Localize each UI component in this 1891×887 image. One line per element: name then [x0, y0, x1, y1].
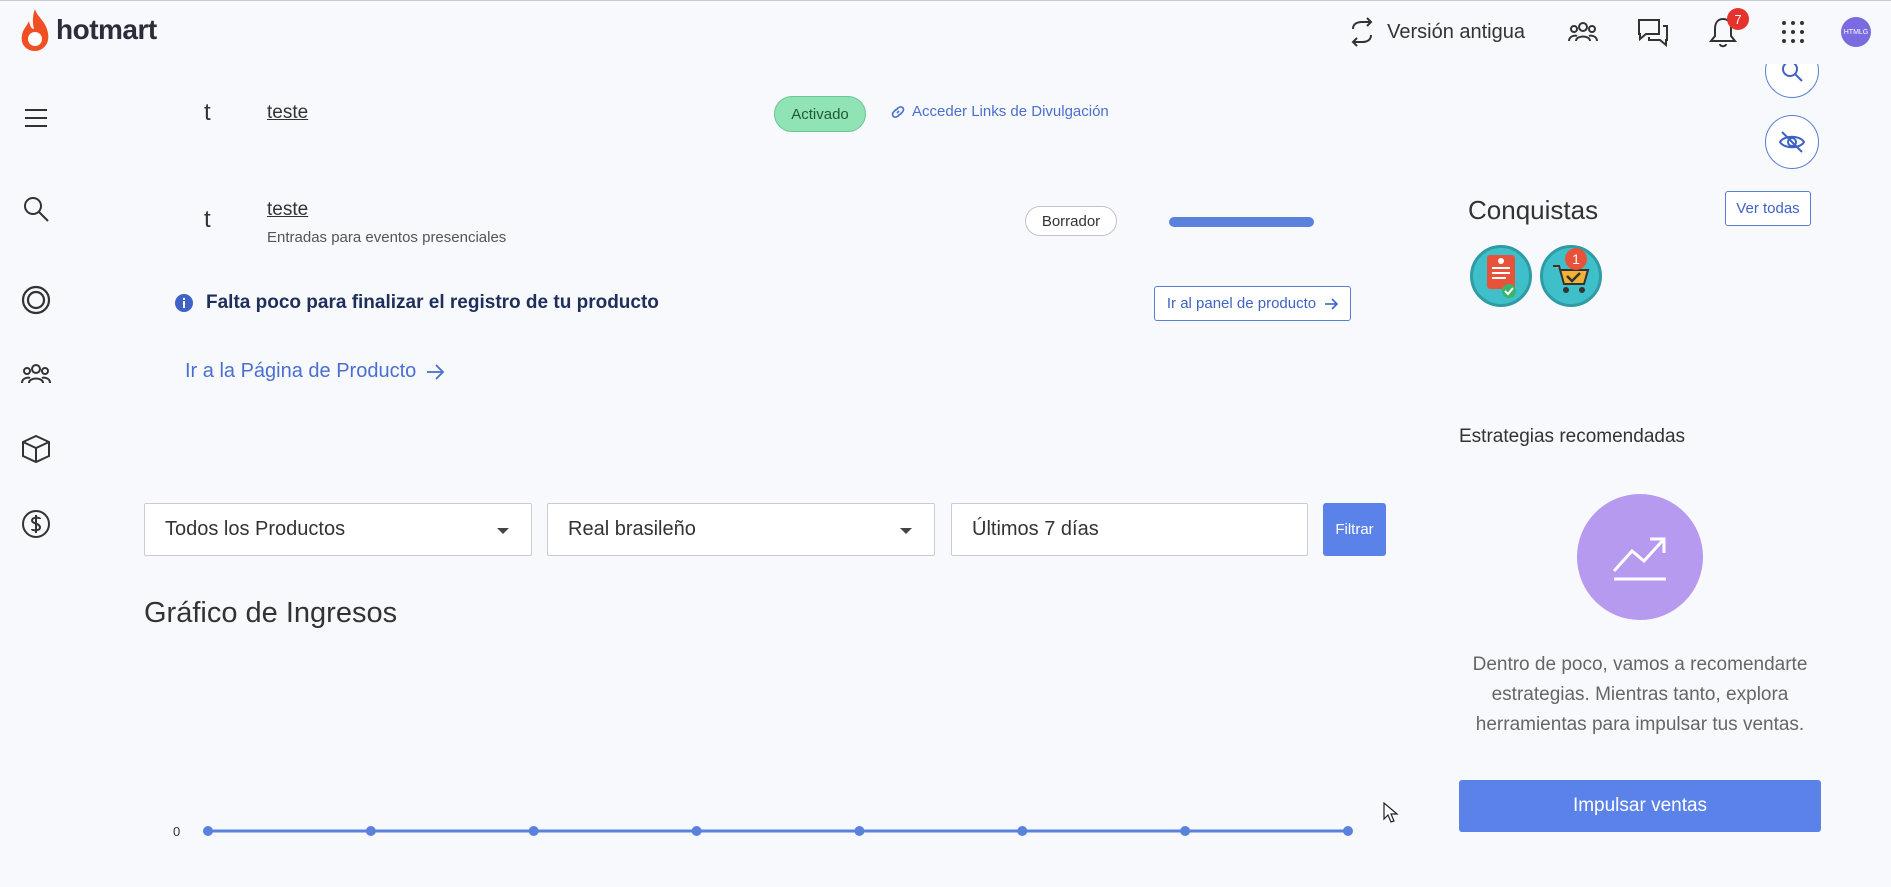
registration-progress-bar	[1169, 217, 1314, 227]
info-icon	[175, 294, 193, 312]
period-value: Últimos 7 días	[972, 518, 1099, 540]
product-name-link[interactable]: teste	[267, 199, 308, 221]
notifications-button[interactable]: 7	[1705, 8, 1749, 50]
hotmart-logo[interactable]: hotmart	[18, 7, 157, 53]
apps-grid-icon	[1782, 21, 1804, 43]
dollar-icon	[22, 510, 50, 538]
affiliate-links-link[interactable]: Acceder Links de Divulgación	[890, 103, 1109, 120]
products-select-value: Todos los Productos	[165, 518, 346, 540]
target-icon	[21, 285, 51, 315]
filter-button[interactable]: Filtrar	[1323, 503, 1386, 556]
sidebar	[0, 64, 72, 887]
status-badge: Borrador	[1025, 206, 1117, 236]
top-bar: hotmart Versión antigua 7 HTMLG	[0, 0, 1891, 64]
achievements-title: Conquistas	[1468, 195, 1599, 225]
boost-sales-button[interactable]: Impulsar ventas	[1459, 780, 1821, 832]
notification-count-badge: 7	[1727, 8, 1749, 30]
product-subtitle: Entradas para eventos presenciales	[267, 229, 507, 246]
data-point[interactable]	[691, 826, 702, 836]
strategies-description: Dentro de poco, vamos a recomendarte est…	[1472, 654, 1808, 735]
product-page-label: Ir a la Página de Producto	[185, 360, 417, 382]
achievement-badge[interactable]: 1	[1540, 245, 1602, 307]
view-all-button[interactable]: Ver todas	[1725, 191, 1811, 226]
sidebar-item-finance[interactable]	[17, 505, 55, 543]
eye-off-icon	[1778, 131, 1806, 153]
caret-down-icon	[900, 528, 912, 534]
old-version-link[interactable]: Versión antigua	[1347, 17, 1525, 47]
view-all-label: Ver todas	[1736, 200, 1800, 217]
period-input[interactable]: Últimos 7 días	[951, 503, 1308, 556]
data-point[interactable]	[1017, 826, 1028, 836]
product-initial: t	[204, 206, 211, 233]
data-point[interactable]	[1180, 826, 1191, 836]
products-select[interactable]: Todos los Productos	[144, 503, 532, 556]
achievement-badge[interactable]	[1470, 245, 1532, 307]
data-point[interactable]	[203, 826, 213, 836]
y-tick-label: 0	[173, 824, 180, 839]
chart-title: Gráfico de Ingresos	[144, 597, 398, 629]
notice-text: Falta poco para finalizar el registro de…	[206, 292, 659, 313]
chat-icon	[1638, 19, 1668, 47]
data-point[interactable]	[854, 826, 865, 836]
top-actions: Versión antigua 7 HTMLG	[1347, 1, 1891, 63]
registration-notice: Falta poco para finalizar el registro de…	[174, 292, 659, 314]
menu-icon	[25, 109, 47, 127]
avatar-text: HTMLG	[1843, 28, 1869, 36]
swap-icon	[1351, 17, 1373, 47]
users-icon	[1568, 22, 1598, 42]
data-point[interactable]	[528, 826, 539, 836]
messages-button[interactable]	[1635, 14, 1671, 50]
product-panel-button[interactable]: Ir al panel de producto	[1154, 286, 1351, 321]
logo-text: hotmart	[56, 14, 157, 45]
status-badge: Activado	[774, 96, 866, 132]
old-version-label: Versión antigua	[1387, 20, 1525, 43]
achievement-badges: 1	[1470, 245, 1602, 307]
community-button[interactable]	[1565, 14, 1601, 50]
apps-button[interactable]	[1775, 14, 1811, 50]
certificate-icon	[1487, 255, 1516, 298]
strategy-illustration	[1577, 494, 1703, 620]
strategies-title: Estrategias recomendadas	[1459, 426, 1686, 447]
arrow-right-icon	[427, 363, 445, 380]
product-page-link[interactable]: Ir a la Página de Producto	[185, 360, 445, 383]
box-icon	[22, 434, 50, 464]
caret-down-icon	[497, 528, 509, 534]
mouse-cursor-icon	[1383, 802, 1399, 823]
product-panel-label: Ir al panel de producto	[1166, 295, 1317, 312]
arrow-right-icon	[1325, 297, 1339, 310]
product-initial: t	[204, 99, 211, 126]
sidebar-item-target[interactable]	[17, 281, 55, 319]
currency-select[interactable]: Real brasileño	[547, 503, 935, 556]
product-name-link[interactable]: teste	[267, 102, 308, 124]
hide-values-button[interactable]	[1765, 115, 1819, 169]
affiliate-links-label: Acceder Links de Divulgación	[912, 103, 1109, 120]
search-icon	[24, 197, 49, 222]
flame-icon	[21, 9, 49, 51]
achievement-count-badge: 1	[1565, 248, 1587, 270]
link-icon	[891, 105, 905, 118]
sidebar-menu-button[interactable]	[17, 99, 55, 137]
sidebar-item-products[interactable]	[17, 430, 55, 468]
sidebar-search-button[interactable]	[17, 190, 55, 228]
user-avatar[interactable]: HTMLG	[1841, 17, 1871, 47]
sidebar-item-users[interactable]	[17, 355, 55, 393]
currency-select-value: Real brasileño	[568, 518, 696, 540]
users-icon	[21, 364, 51, 384]
revenue-chart: 0	[173, 824, 1353, 839]
data-point[interactable]	[365, 826, 376, 836]
trending-up-icon	[1612, 537, 1666, 581]
data-point[interactable]	[1343, 826, 1353, 836]
